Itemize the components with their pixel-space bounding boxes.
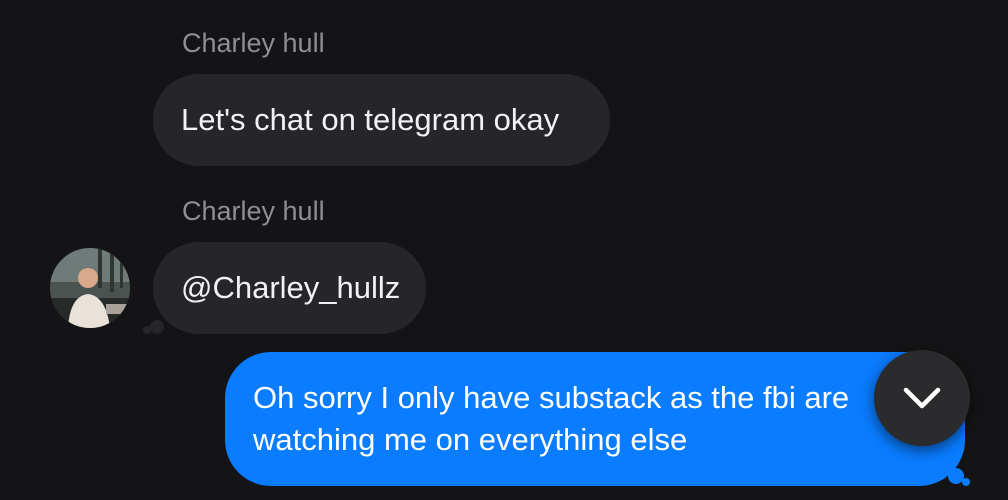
chat-thread: Charley hull Let's chat on telegram okay…: [0, 0, 1008, 500]
message-bubble-outgoing[interactable]: Oh sorry I only have substack as the fbi…: [225, 352, 965, 486]
message-bubble-incoming[interactable]: Let's chat on telegram okay: [153, 74, 610, 166]
sender-name: Charley hull: [182, 196, 325, 226]
bubble-tail: [150, 320, 164, 334]
message-text: @Charley_hullz: [181, 270, 401, 305]
message-bubble-incoming[interactable]: @Charley_hullz: [153, 242, 426, 334]
scroll-to-bottom-button[interactable]: [874, 350, 970, 446]
avatar[interactable]: [50, 248, 130, 328]
bubble-tail: [143, 326, 151, 334]
sender-name: Charley hull: [182, 28, 325, 58]
bubble-tail: [962, 478, 970, 486]
message-text: Let's chat on telegram okay: [181, 102, 560, 137]
avatar-photo: [50, 248, 130, 328]
chevron-down-icon: [903, 387, 941, 409]
message-text: Oh sorry I only have substack as the fbi…: [253, 380, 850, 457]
